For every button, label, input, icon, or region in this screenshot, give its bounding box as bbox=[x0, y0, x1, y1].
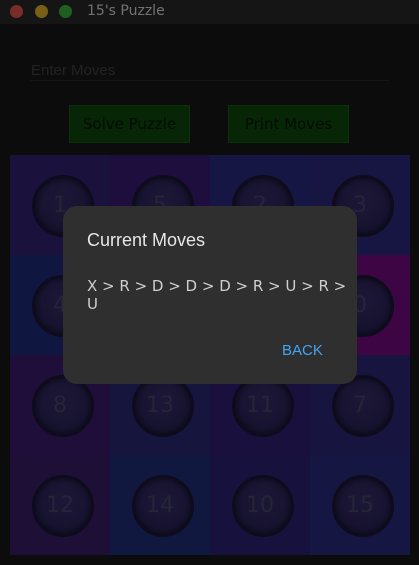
moves-list: X > R > D > D > D > R > U > R > U bbox=[87, 277, 347, 313]
back-button[interactable]: BACK bbox=[282, 342, 323, 359]
current-moves-dialog: Current Moves X > R > D > D > D > R > U … bbox=[63, 206, 357, 384]
dialog-title: Current Moves bbox=[87, 230, 206, 250]
